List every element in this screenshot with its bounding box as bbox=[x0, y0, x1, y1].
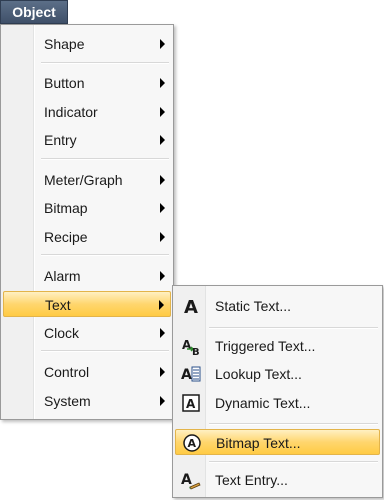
object-menu: Shape Button Indicator Entry Meter/Graph… bbox=[0, 24, 174, 420]
menu-separator bbox=[41, 62, 169, 64]
text-submenu: A Static Text... A B Triggered Text... A… bbox=[172, 285, 383, 498]
menu-item-clock[interactable]: Clock bbox=[3, 320, 171, 346]
triggered-text-icon: A B bbox=[182, 338, 200, 356]
submenu-arrow-icon bbox=[160, 232, 165, 242]
menu-item-recipe[interactable]: Recipe bbox=[3, 224, 171, 250]
submenu-item-label: Dynamic Text... bbox=[215, 395, 311, 411]
submenu-item-triggered-text[interactable]: A B Triggered Text... bbox=[175, 333, 380, 359]
submenu-arrow-icon bbox=[160, 39, 165, 49]
menu-item-label: Alarm bbox=[44, 268, 81, 284]
submenu-arrow-icon bbox=[160, 135, 165, 145]
menu-separator bbox=[41, 158, 169, 160]
menu-item-label: System bbox=[44, 393, 91, 409]
menu-item-system[interactable]: System bbox=[3, 388, 171, 414]
menu-item-label: Meter/Graph bbox=[44, 172, 123, 188]
submenu-item-label: Text Entry... bbox=[215, 472, 288, 488]
submenu-arrow-icon bbox=[160, 367, 165, 377]
svg-text:A: A bbox=[181, 367, 192, 383]
menu-item-alarm[interactable]: Alarm bbox=[3, 263, 171, 289]
submenu-item-label: Bitmap Text... bbox=[216, 435, 301, 451]
submenu-item-label: Static Text... bbox=[215, 298, 291, 314]
submenu-item-static-text[interactable]: A Static Text... bbox=[175, 293, 380, 319]
menu-item-label: Shape bbox=[44, 36, 85, 52]
menu-item-control[interactable]: Control bbox=[3, 359, 171, 385]
menubar-object-tab[interactable]: Object bbox=[0, 0, 68, 24]
menu-item-bitmap[interactable]: Bitmap bbox=[3, 195, 171, 221]
submenu-arrow-icon bbox=[160, 107, 165, 117]
menu-separator bbox=[41, 350, 169, 352]
submenu-separator bbox=[209, 327, 378, 329]
menu-separator bbox=[41, 254, 169, 256]
svg-text:A: A bbox=[182, 338, 192, 352]
submenu-item-label: Triggered Text... bbox=[215, 338, 316, 354]
menu-item-label: Bitmap bbox=[44, 200, 88, 216]
submenu-arrow-icon bbox=[160, 175, 165, 185]
menu-item-entry[interactable]: Entry bbox=[3, 127, 171, 153]
submenu-arrow-icon bbox=[160, 203, 165, 213]
submenu-item-lookup-text[interactable]: A Lookup Text... bbox=[175, 361, 380, 387]
menu-item-label: Recipe bbox=[44, 229, 88, 245]
submenu-item-text-entry[interactable]: A Text Entry... bbox=[175, 467, 380, 493]
menu-item-label: Control bbox=[44, 364, 90, 380]
svg-text:A: A bbox=[181, 472, 192, 488]
menu-item-label: Clock bbox=[44, 325, 80, 341]
submenu-separator bbox=[209, 423, 378, 425]
svg-text:A: A bbox=[184, 297, 198, 316]
submenu-arrow-icon bbox=[160, 396, 165, 406]
bitmap-text-icon: A bbox=[183, 434, 201, 452]
menu-item-text[interactable]: Text bbox=[3, 291, 171, 317]
submenu-arrow-icon bbox=[159, 300, 164, 310]
menu-item-button[interactable]: Button bbox=[3, 70, 171, 96]
svg-text:B: B bbox=[192, 347, 200, 356]
submenu-arrow-icon bbox=[160, 271, 165, 281]
menubar-object-label: Object bbox=[12, 4, 56, 20]
submenu-arrow-icon bbox=[160, 78, 165, 88]
static-text-icon: A bbox=[184, 297, 198, 316]
menu-item-shape[interactable]: Shape bbox=[3, 31, 171, 57]
menu-item-meter-graph[interactable]: Meter/Graph bbox=[3, 167, 171, 193]
submenu-item-bitmap-text[interactable]: A Bitmap Text... bbox=[175, 429, 380, 455]
menu-item-indicator[interactable]: Indicator bbox=[3, 99, 171, 125]
menu-item-label: Entry bbox=[44, 132, 77, 148]
dynamic-text-icon: A bbox=[182, 394, 200, 412]
svg-text:A: A bbox=[188, 437, 197, 450]
menu-item-label: Button bbox=[44, 75, 85, 91]
menu-item-label: Text bbox=[45, 297, 71, 313]
lookup-text-icon: A bbox=[181, 366, 201, 383]
submenu-item-label: Lookup Text... bbox=[215, 366, 302, 382]
submenu-separator bbox=[209, 461, 378, 463]
submenu-arrow-icon bbox=[160, 328, 165, 338]
menu-item-label: Indicator bbox=[44, 104, 98, 120]
svg-text:A: A bbox=[186, 397, 196, 411]
submenu-item-dynamic-text[interactable]: A Dynamic Text... bbox=[175, 390, 380, 416]
text-entry-icon: A bbox=[181, 472, 201, 490]
